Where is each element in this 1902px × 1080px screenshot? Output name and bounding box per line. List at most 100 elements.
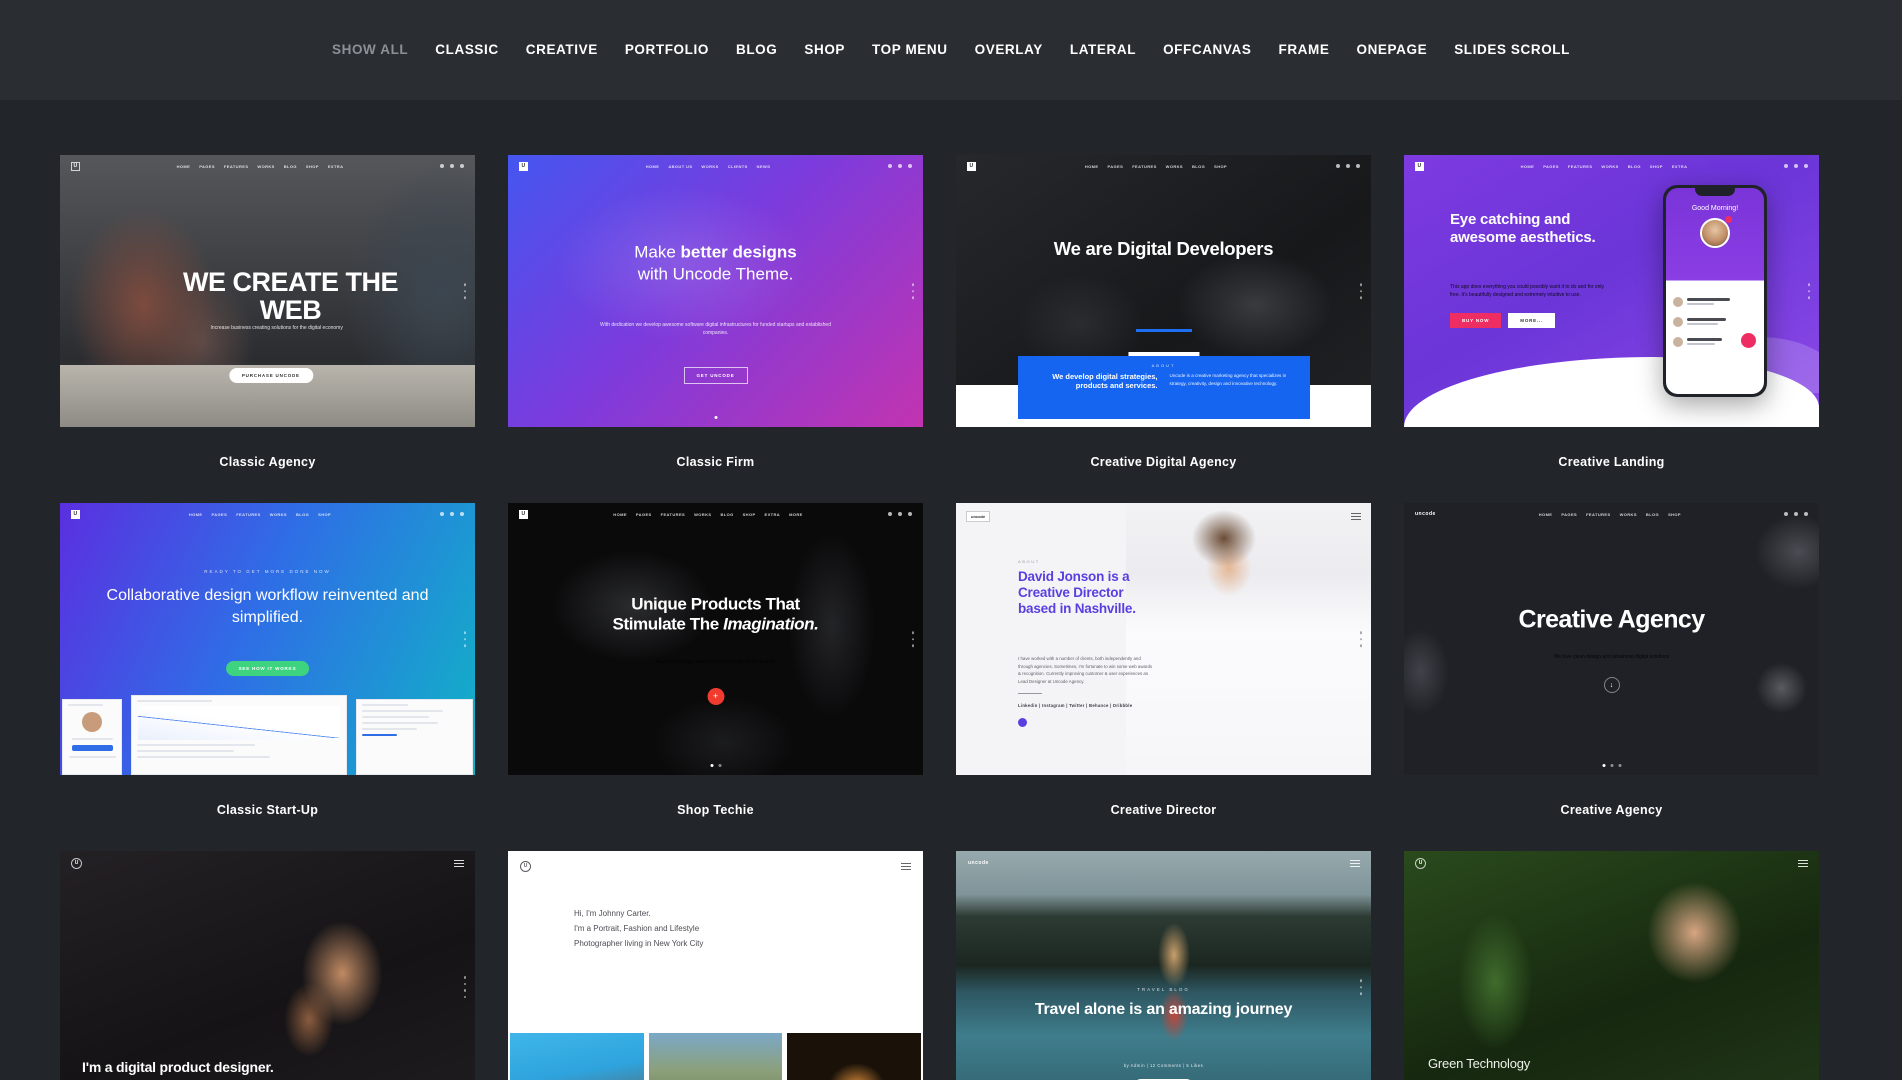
uncode-logo-icon: U — [519, 161, 528, 171]
demo-caption-creative-digital-agency[interactable]: Creative Digital Agency — [956, 427, 1371, 503]
demo-thumbnail-green-technology[interactable]: U Green Technology We are a production c… — [1404, 851, 1819, 1080]
heading-italic: Imagination. — [723, 614, 819, 634]
demo-card-digital-product-designer[interactable]: U I'm a digital product designer. — [60, 851, 475, 1080]
heading-line2: Stimulate The — [612, 614, 724, 634]
slider-dots-vertical — [463, 976, 466, 998]
demo-caption-shop-techie[interactable]: Shop Techie — [508, 775, 923, 851]
demo-card-creative-director[interactable]: uncode ABOUT David Jonson is a Creative … — [956, 503, 1371, 851]
gallery-photo-portrait — [510, 1033, 644, 1080]
card-body: Uncode is a creative marketing agency th… — [1169, 373, 1287, 386]
buy-now-button: BUY NOW — [1450, 313, 1502, 328]
mini-nav-item: HOME — [188, 511, 203, 517]
dashboard-mockups — [60, 695, 475, 775]
filter-creative[interactable]: CREATIVE — [526, 43, 598, 57]
facebook-icon — [1783, 164, 1788, 168]
mini-nav-item: NEWS — [756, 163, 771, 169]
mini-nav-item: SHOP — [742, 511, 756, 517]
mini-nav-item: EXTRA — [1671, 163, 1688, 169]
demo-card-travel-blog[interactable]: uncode TRAVEL BLOG Travel alone is an am… — [956, 851, 1371, 1080]
instagram-icon — [459, 512, 464, 516]
demo-card-creative-agency[interactable]: uncode HOME PAGES FEATURES WORKS BLOG SH… — [1404, 503, 1819, 851]
demo-card-green-technology[interactable]: U Green Technology We are a production c… — [1404, 851, 1819, 1080]
facebook-icon — [439, 512, 444, 516]
demo-thumbnail-creative-agency[interactable]: uncode HOME PAGES FEATURES WORKS BLOG SH… — [1404, 503, 1819, 775]
divider — [1018, 693, 1042, 695]
demo-card-creative-digital-agency[interactable]: U HOME PAGES FEATURES WORKS BLOG SHOP We… — [956, 155, 1371, 503]
demo-thumbnail-classic-agency[interactable]: U HOME PAGES FEATURES WORKS BLOG SHOP EX… — [60, 155, 475, 427]
mini-nav-item: WORKS — [1619, 511, 1637, 517]
filter-top-menu[interactable]: TOP MENU — [872, 43, 948, 57]
demo-card-classic-firm[interactable]: U HOME ABOUT US WORKS CLIENTS NEWS Make … — [508, 155, 923, 503]
filter-slides-scroll[interactable]: SLIDES SCROLL — [1454, 43, 1570, 57]
demo-card-shop-techie[interactable]: U HOME PAGES FEATURES WORKS BLOG SHOP EX… — [508, 503, 923, 851]
mini-nav-menu: HOME PAGES FEATURES WORKS BLOG SHOP — [1085, 164, 1227, 169]
phone-greeting: Good Morning! — [1691, 205, 1739, 212]
filter-shop[interactable]: SHOP — [804, 43, 845, 57]
thumb-subtext: This app does everything you could possi… — [1450, 284, 1604, 298]
filter-offcanvas[interactable]: OFFCANVAS — [1163, 43, 1251, 57]
mini-nav-item: SHOP — [305, 163, 319, 169]
mini-nav-menu: HOME ABOUT US WORKS CLIENTS NEWS — [646, 164, 771, 169]
demo-caption-creative-agency[interactable]: Creative Agency — [1404, 775, 1819, 851]
demo-caption-classic-firm[interactable]: Classic Firm — [508, 427, 923, 503]
filter-overlay[interactable]: OVERLAY — [975, 43, 1043, 57]
play-button-icon: + — [707, 687, 724, 705]
demo-card-classic-agency[interactable]: U HOME PAGES FEATURES WORKS BLOG SHOP EX… — [60, 155, 475, 503]
mini-nav-item: HOME — [1084, 163, 1099, 169]
thumb-eyebrow: TRAVEL BLOG — [1137, 987, 1190, 992]
demo-thumbnail-travel-blog[interactable]: uncode TRAVEL BLOG Travel alone is an am… — [956, 851, 1371, 1080]
demo-caption-classic-agency[interactable]: Classic Agency — [60, 427, 475, 503]
filter-frame[interactable]: FRAME — [1278, 43, 1329, 57]
mini-nav-item: HOME — [613, 511, 627, 517]
menu-burger-icon — [454, 860, 464, 867]
facebook-icon — [887, 164, 892, 168]
heading-line1: Unique Products That — [631, 594, 800, 614]
filter-classic[interactable]: CLASSIC — [435, 43, 498, 57]
thumb-subtext: Increase business creating solutions for… — [210, 324, 343, 331]
thumb-heading: Eye catching and awesome aesthetics. — [1450, 211, 1596, 246]
mini-nav-menu: HOME PAGES FEATURES WORKS BLOG SHOP — [189, 512, 331, 517]
instagram-icon — [1803, 512, 1808, 516]
demo-thumbnail-photographer[interactable]: U Hi, I'm Johnny Carter. I'm a Portrait,… — [508, 851, 923, 1080]
thumb-heading: We are Digital Developers — [1053, 238, 1274, 260]
task-avatar-icon — [1673, 296, 1683, 307]
demo-thumbnail-creative-director[interactable]: uncode ABOUT David Jonson is a Creative … — [956, 503, 1371, 775]
uncode-logo-icon: U — [1415, 161, 1424, 171]
thumb-heading: Unique Products That Stimulate The Imagin… — [541, 594, 891, 635]
demo-thumbnail-creative-landing[interactable]: U HOME PAGES FEATURES WORKS BLOG SHOP EX… — [1404, 155, 1819, 427]
mini-nav-item: BLOG — [296, 511, 310, 517]
thumb-eyebrow: READY TO GET MORE DONE NOW — [204, 569, 331, 574]
demo-thumbnail-creative-digital-agency[interactable]: U HOME PAGES FEATURES WORKS BLOG SHOP We… — [956, 155, 1371, 427]
demo-thumbnail-classic-startup[interactable]: U HOME PAGES FEATURES WORKS BLOG SHOP RE… — [60, 503, 475, 775]
filter-lateral[interactable]: LATERAL — [1070, 43, 1136, 57]
demo-card-creative-landing[interactable]: U HOME PAGES FEATURES WORKS BLOG SHOP EX… — [1404, 155, 1819, 503]
mini-nav-item: WORKS — [257, 163, 275, 169]
mini-nav-item: HOME — [176, 163, 191, 169]
slider-dots-horizontal — [714, 416, 717, 419]
thumb-heading: Travel alone is an amazing journey — [1034, 1000, 1293, 1018]
filter-blog[interactable]: BLOG — [736, 43, 777, 57]
demo-thumbnail-classic-firm[interactable]: U HOME ABOUT US WORKS CLIENTS NEWS Make … — [508, 155, 923, 427]
demo-caption-creative-landing[interactable]: Creative Landing — [1404, 427, 1819, 503]
demo-caption-creative-director[interactable]: Creative Director — [956, 775, 1371, 851]
demo-thumbnail-shop-techie[interactable]: U HOME PAGES FEATURES WORKS BLOG SHOP EX… — [508, 503, 923, 775]
facebook-icon — [888, 512, 892, 516]
mini-nav-menu: HOME PAGES FEATURES WORKS BLOG SHOP EXTR… — [1521, 164, 1688, 169]
filter-onepage[interactable]: ONEPAGE — [1356, 43, 1427, 57]
filter-toolbar: SHOW ALL CLASSIC CREATIVE PORTFOLIO BLOG… — [0, 0, 1902, 100]
mini-nav-menu: HOME PAGES FEATURES WORKS BLOG SHOP — [1539, 512, 1681, 517]
mini-nav-item: PAGES — [635, 511, 652, 517]
twitter-icon — [1345, 164, 1350, 168]
filter-portfolio[interactable]: PORTFOLIO — [625, 43, 709, 57]
demo-card-classic-startup[interactable]: U HOME PAGES FEATURES WORKS BLOG SHOP RE… — [60, 503, 475, 851]
demo-thumbnail-digital-product-designer[interactable]: U I'm a digital product designer. — [60, 851, 475, 1080]
mini-nav-item: WORKS — [269, 511, 288, 517]
mini-site-header: U HOME ABOUT US WORKS CLIENTS NEWS — [508, 155, 923, 177]
twitter-icon — [897, 164, 902, 168]
uncode-logo-icon: U — [1415, 858, 1426, 869]
demo-caption-classic-startup[interactable]: Classic Start-Up — [60, 775, 475, 851]
demo-card-photographer[interactable]: U Hi, I'm Johnny Carter. I'm a Portrait,… — [508, 851, 923, 1080]
heading-light: Make — [634, 242, 681, 262]
mini-site-header: U HOME PAGES FEATURES WORKS BLOG SHOP EX… — [508, 503, 923, 525]
filter-show-all[interactable]: SHOW ALL — [332, 43, 408, 57]
